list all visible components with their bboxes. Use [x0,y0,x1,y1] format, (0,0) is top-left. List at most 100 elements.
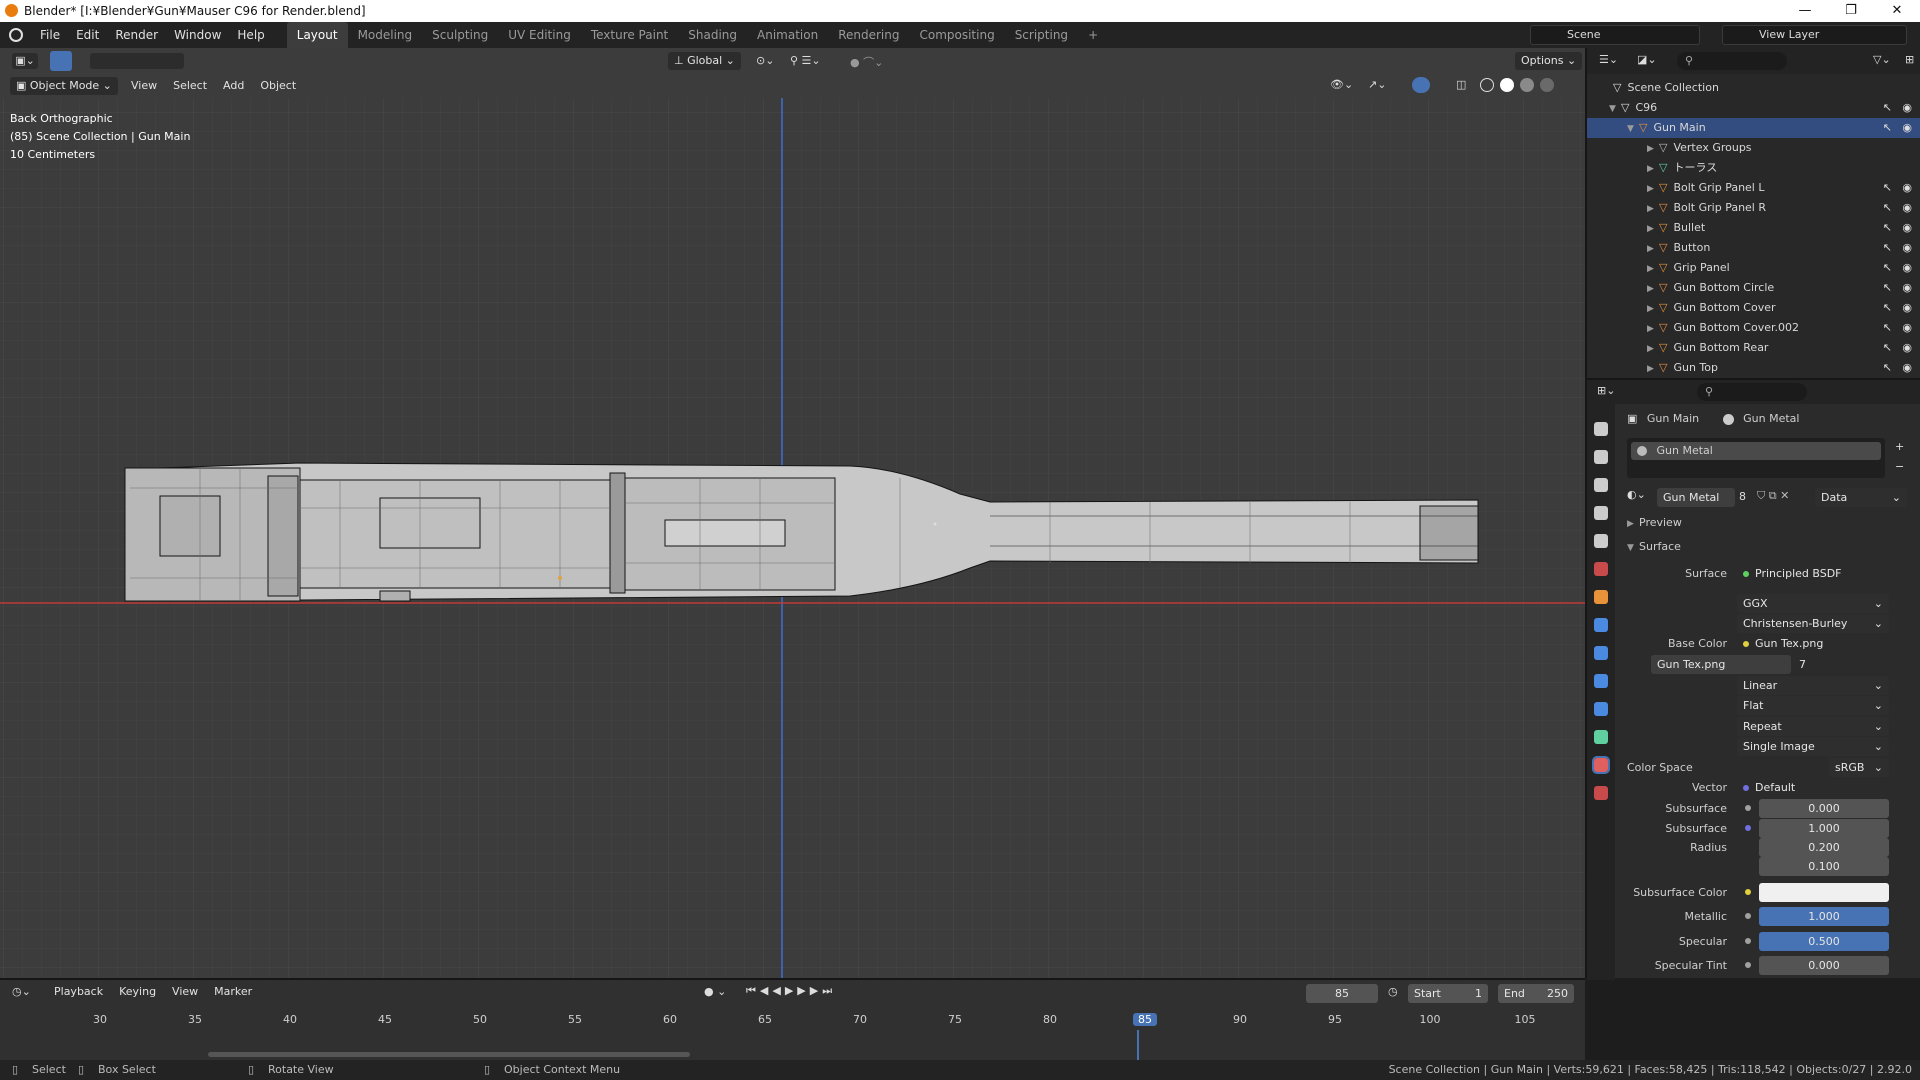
outliner-row-child[interactable]: ▶ ▽ Gun Top ◉ ↖ [1587,358,1920,378]
selectable-arrow-icon[interactable]: ↖ [1883,218,1892,238]
visibility-eye-icon[interactable]: ◉ [1902,238,1912,258]
subsurface-radius-z-field[interactable]: 0.100 [1759,857,1889,876]
base-color-field[interactable]: Gun Tex.png [1737,634,1889,653]
preview-panel[interactable]: ▶ Preview [1627,516,1682,529]
selectable-arrow-icon[interactable]: ↖ [1883,358,1892,378]
workspace-tab-layout[interactable]: Layout [286,22,348,48]
scene-selector[interactable]: Scene [1530,25,1700,45]
expand-arrow-icon[interactable]: ▶ [1647,199,1659,219]
outliner-row-child[interactable]: ▶ ▽ Grip Panel ◉ ↖ [1587,258,1920,278]
expand-arrow-icon[interactable]: ▶ [1647,239,1659,259]
properties-tab-icon[interactable] [1594,534,1608,548]
visibility-eye-icon[interactable]: ◉ [1902,298,1912,318]
outliner-row-child[interactable]: ▶ ▽ Gun Bottom Cover.002 ◉ ↖ [1587,318,1920,338]
mode-dropdown[interactable]: ▣ Object Mode ⌄ [10,77,118,95]
maximize-button[interactable]: ❐ [1828,0,1874,22]
properties-tab-icon[interactable] [1594,562,1608,576]
workspace-tab-add[interactable]: + [1078,22,1108,48]
shading-material-icon[interactable] [1520,78,1534,92]
end-frame-field[interactable]: End 250 [1498,984,1574,1003]
properties-tab-icon[interactable] [1594,478,1608,492]
material-slot[interactable]: Gun Metal [1631,442,1881,460]
editor-type-icon[interactable]: ▣⌄ [12,53,38,69]
visibility-eye-icon[interactable]: ◉ [1902,178,1912,198]
timeline-menu-keying[interactable]: Keying [111,985,164,998]
properties-tab-icon[interactable] [1594,730,1608,744]
specular-tint-field[interactable]: 0.000 [1745,956,1889,975]
extension-field[interactable]: Repeat ⌄ [1737,717,1889,736]
socket-dot-icon[interactable] [1745,913,1751,919]
expand-arrow-icon[interactable]: ▶ [1647,279,1659,299]
selectable-arrow-icon[interactable]: ↖ [1883,178,1892,198]
subsurface-radius-x-field[interactable]: 1.000 [1745,819,1889,838]
expand-arrow-icon[interactable]: ▼ [1627,119,1639,139]
menu-edit[interactable]: Edit [68,22,107,48]
blender-menu-icon[interactable] [9,28,23,42]
viewport-menu-view[interactable]: View [123,79,165,92]
outliner-editor-icon[interactable]: ☰⌄ [1599,53,1618,66]
selectable-arrow-icon[interactable]: ↖ [1883,198,1892,218]
expand-arrow-icon[interactable]: ▶ [1647,339,1659,359]
expand-arrow-icon[interactable]: ▶ [1647,359,1659,379]
visibility-eye-icon[interactable]: ◉ [1902,258,1912,278]
outliner-row-child[interactable]: ▶ ▽ Gun Bottom Circle ◉ ↖ [1587,278,1920,298]
close-button[interactable]: ✕ [1874,0,1920,22]
visibility-eye-icon[interactable]: ◉ [1902,278,1912,298]
subsurface-color-swatch[interactable] [1745,883,1889,902]
material-browse-icon[interactable]: ◐⌄ [1627,488,1646,501]
properties-tab-icon[interactable] [1592,756,1610,774]
shading-wire-icon[interactable] [1480,78,1494,92]
specular-field[interactable]: 0.500 [1745,932,1889,951]
timeline-editor-icon[interactable]: ◷⌄ [12,985,31,998]
timeline-menu-marker[interactable]: Marker [206,985,260,998]
visibility-eye-icon[interactable]: ◉ [1902,218,1912,238]
user-count[interactable]: 8 [1739,490,1746,503]
properties-tab-icon[interactable] [1594,450,1608,464]
timeline-scrollbar[interactable] [208,1052,690,1057]
playback-controls[interactable]: ⏮◀◀▶▶▶⏭ [746,984,836,998]
expand-arrow-icon[interactable]: ▶ [1647,299,1659,319]
surface-panel[interactable]: ▼ Surface [1627,540,1681,553]
properties-tab-icon[interactable] [1594,702,1608,716]
select-mode-icons[interactable] [90,53,184,69]
minimize-button[interactable]: — [1782,0,1828,22]
workspace-tab-uv-editing[interactable]: UV Editing [498,22,581,48]
socket-dot-icon[interactable] [1745,805,1751,811]
expand-arrow-icon[interactable]: ▶ [1647,319,1659,339]
snap-icon[interactable]: ⚲ ☰⌄ [790,54,821,67]
options-dropdown[interactable]: Options ⌄ [1515,52,1583,70]
color-space-field[interactable]: sRGB ⌄ [1829,758,1889,777]
outliner-row-child[interactable]: ▶ ▽ Gun Bottom Cover ◉ ↖ [1587,298,1920,318]
viewport-menu-add[interactable]: Add [215,79,252,92]
select-tool-icon[interactable] [50,51,72,71]
proportional-edit-icon[interactable]: ● ⌒⌄ [850,54,883,70]
properties-tab-icon[interactable] [1594,422,1608,436]
timeline-menu-playback[interactable]: Playback [46,985,111,998]
distribution-field[interactable]: GGX ⌄ [1737,594,1889,613]
socket-dot-icon[interactable] [1745,938,1751,944]
preview-range-icon[interactable]: ◷ [1388,985,1398,998]
visibility-eye-icon[interactable]: ◉ [1902,318,1912,338]
outliner-search-input[interactable]: ⚲ [1677,52,1787,70]
frame-ruler[interactable]: 30 35 40 45 50 55 60 65 70 75 80 85 90 95 100 105 [0,1010,1585,1030]
new-collection-icon[interactable]: ⊞ [1905,53,1914,66]
outliner-row-gun-main[interactable]: ▼ ▽ Gun Main ◉ ↖ [1587,118,1920,138]
overlay-icon[interactable] [1412,77,1430,93]
menu-help[interactable]: Help [229,22,272,48]
menu-render[interactable]: Render [107,22,166,48]
view-layer-selector[interactable]: View Layer [1722,25,1907,45]
visibility-eye-icon[interactable]: ◉ [1902,118,1912,138]
visibility-icon[interactable]: 👁⌄ [1330,78,1353,91]
subsurface-radius-y-field[interactable]: 0.200 [1759,838,1889,857]
outliner-row-scene-collection[interactable]: ▽ Scene Collection [1587,78,1920,98]
outliner-row-c96[interactable]: ▼ ▽ C96 ◉ ↖ [1587,98,1920,118]
viewport-menu-select[interactable]: Select [165,79,215,92]
workspace-tab-scripting[interactable]: Scripting [1005,22,1078,48]
visibility-eye-icon[interactable]: ◉ [1902,358,1912,378]
expand-arrow-icon[interactable]: ▶ [1647,179,1659,199]
expand-arrow-icon[interactable]: ▶ [1647,259,1659,279]
socket-dot-icon[interactable] [1745,889,1751,895]
timeline-menu-view[interactable]: View [164,985,206,998]
selectable-arrow-icon[interactable]: ↖ [1883,98,1892,118]
pivot-icon[interactable]: ⊙⌄ [756,54,774,67]
